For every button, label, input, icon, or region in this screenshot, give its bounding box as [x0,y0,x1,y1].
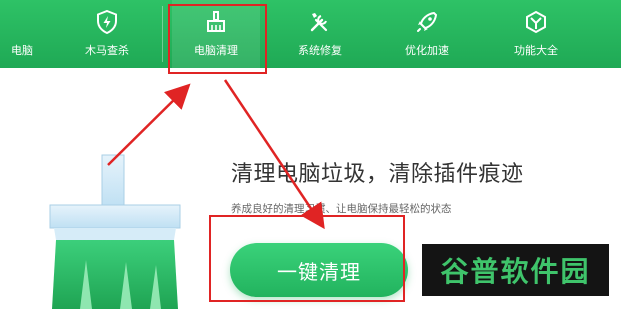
watermark-text: 谷普软件园 [440,255,591,288]
watermark: 谷普软件园 [422,244,609,296]
arrow-to-nav [107,83,191,166]
app-window: 电脑 木马查杀 电脑清理 系统修复 优化加速 功能大全 清理电脑垃圾，清除插件痕… [0,0,621,309]
arrow-to-button [223,79,325,230]
